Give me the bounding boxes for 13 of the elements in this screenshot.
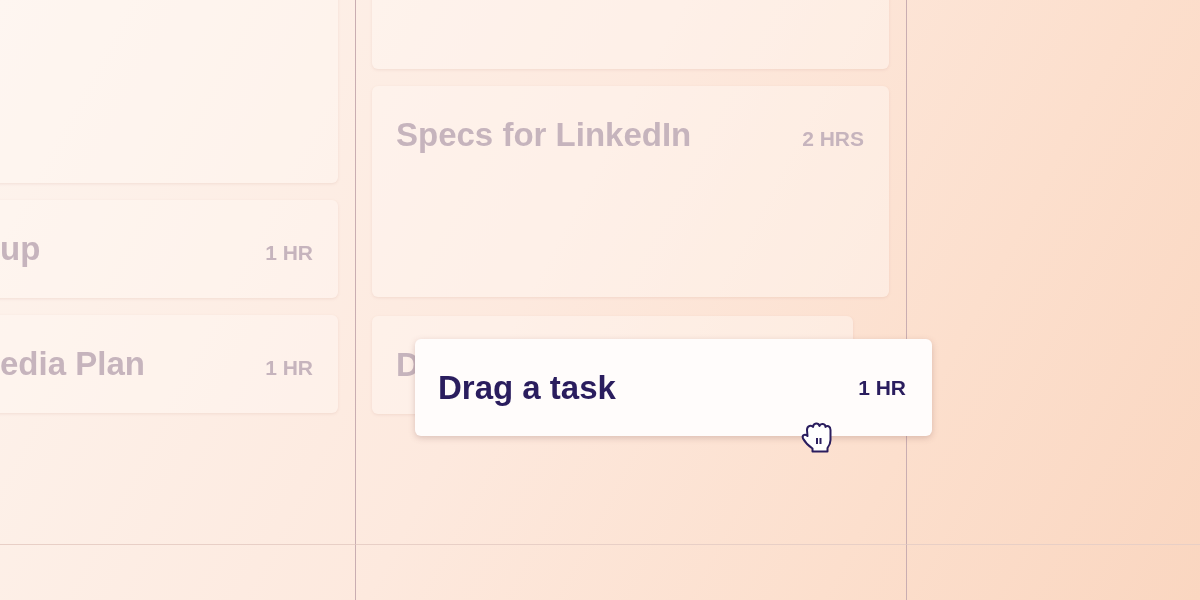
task-duration: 1 HR [858, 375, 906, 400]
task-card[interactable]: Specs for LinkedIn 2 HRS [372, 86, 889, 297]
task-title: up [0, 230, 41, 268]
task-card[interactable]: edia Plan 1 HR [0, 315, 338, 413]
task-card[interactable] [0, 0, 338, 183]
dragged-card-overlay[interactable]: Drag a task 1 HR [415, 339, 932, 436]
task-card[interactable]: up 1 HR [0, 200, 338, 298]
task-duration: 1 HR [265, 241, 313, 265]
task-title: edia Plan [0, 345, 145, 383]
task-title: Specs for LinkedIn [396, 116, 692, 154]
task-title: Drag a task [438, 368, 616, 407]
task-duration: 2 HRS [802, 127, 864, 151]
task-duration: 1 HR [265, 356, 313, 380]
